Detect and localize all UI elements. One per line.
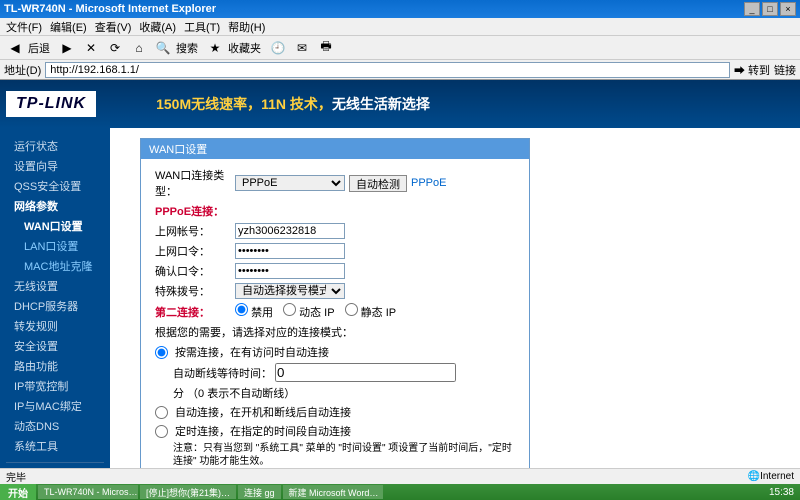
menu-help[interactable]: 帮助(H) <box>228 19 265 35</box>
banner-slogan: 150M无线速率，11N 技术，无线生活新选择 <box>156 94 430 114</box>
password-confirm-input[interactable] <box>235 263 345 279</box>
task-item[interactable]: 新建 Microsoft Word… <box>283 485 383 499</box>
system-tray[interactable]: 15:38 <box>763 487 800 498</box>
window-title: TL-WR740N - Microsoft Internet Explorer <box>4 3 742 15</box>
conn-type-select[interactable]: PPPoE <box>235 175 345 191</box>
back-label[interactable]: 后退 <box>28 40 50 56</box>
nav-network[interactable]: 网络参数 <box>6 196 104 216</box>
print-icon[interactable]: 🖶 <box>315 38 337 58</box>
window-titlebar: TL-WR740N - Microsoft Internet Explorer … <box>0 0 800 18</box>
panel-title: WAN口设置 <box>141 139 529 159</box>
password-input[interactable] <box>235 243 345 259</box>
back-icon[interactable]: ◀ <box>4 38 26 58</box>
pwd-label: 上网口令： <box>155 243 235 259</box>
nav-qss[interactable]: QSS安全设置 <box>6 176 104 196</box>
mode-ondemand-label: 按需连接，在有访问时自动连接 <box>175 344 329 360</box>
second-disable[interactable]: 禁用 <box>235 303 273 320</box>
menu-view[interactable]: 查看(V) <box>95 19 132 35</box>
browser-menubar: 文件(F) 编辑(E) 查看(V) 收藏(A) 工具(T) 帮助(H) <box>0 18 800 36</box>
globe-icon: 🌐 <box>748 471 760 482</box>
tplink-logo: TP-LINK <box>6 91 96 117</box>
windows-taskbar: 开始 TL-WR740N - Micros… [停止]想你(第21集)… 连接 … <box>0 484 800 500</box>
pppoe-section: PPPoE连接： <box>155 203 235 219</box>
mail-icon[interactable]: ✉ <box>291 38 313 58</box>
nav-dhcp[interactable]: DHCP服务器 <box>6 296 104 316</box>
home-icon[interactable]: ⌂ <box>128 38 150 58</box>
go-button[interactable]: ➡ 转到 <box>734 62 770 78</box>
conn-type-label: WAN口连接类型： <box>155 167 235 199</box>
status-done: 完毕 <box>6 469 26 484</box>
task-item[interactable]: 连接 gg <box>238 485 281 499</box>
menu-file[interactable]: 文件(F) <box>6 19 42 35</box>
second-conn-label: 第二连接： <box>155 304 235 320</box>
menu-tools[interactable]: 工具(T) <box>184 19 220 35</box>
menu-edit[interactable]: 编辑(E) <box>50 19 87 35</box>
address-label: 地址(D) <box>4 62 41 78</box>
nav-status[interactable]: 运行状态 <box>6 136 104 156</box>
nav-wireless[interactable]: 无线设置 <box>6 276 104 296</box>
search-label[interactable]: 搜索 <box>176 40 198 56</box>
mode-auto-radio[interactable] <box>155 406 168 419</box>
mode-ondemand-radio[interactable] <box>155 346 168 359</box>
second-static[interactable]: 静态 IP <box>345 303 397 320</box>
forward-icon[interactable]: ▶ <box>56 38 78 58</box>
idle-label: 自动断线等待时间： <box>173 365 272 381</box>
pppoe-tag: PPPoE <box>411 177 446 189</box>
browser-toolbar: ◀ 后退 ▶ ✕ ⟳ ⌂ 🔍 搜索 ★ 收藏夹 🕘 ✉ 🖶 <box>0 36 800 60</box>
start-button[interactable]: 开始 <box>0 484 36 500</box>
dial-mode-select[interactable]: 自动选择拨号模式 <box>235 283 345 299</box>
nav-ddns[interactable]: 动态DNS <box>6 416 104 436</box>
idle-unit: 分 （0 表示不自动断线） <box>173 385 295 401</box>
main-content: WAN口设置 WAN口连接类型： PPPoE 自动检测 PPPoE PPPoE连… <box>110 128 800 468</box>
nav-forward[interactable]: 转发规则 <box>6 316 104 336</box>
user-label: 上网帐号： <box>155 223 235 239</box>
close-button[interactable]: × <box>780 2 796 16</box>
favorites-label[interactable]: 收藏夹 <box>228 40 261 56</box>
nav-security[interactable]: 安全设置 <box>6 336 104 356</box>
page-banner: TP-LINK 150M无线速率，11N 技术，无线生活新选择 <box>0 80 800 128</box>
auto-detect-button[interactable]: 自动检测 <box>349 175 407 192</box>
mode-auto-label: 自动连接，在开机和断线后自动连接 <box>175 404 351 420</box>
search-icon[interactable]: 🔍 <box>152 38 174 58</box>
task-item[interactable]: [停止]想你(第21集)… <box>140 485 236 499</box>
task-item[interactable]: TL-WR740N - Micros… <box>38 485 138 499</box>
mode-timer-radio[interactable] <box>155 425 168 438</box>
mode-timer-label: 定时连接，在指定的时间段自动连接 <box>175 423 351 439</box>
nav-mac[interactable]: MAC地址克隆 <box>6 256 104 276</box>
second-dhcp[interactable]: 动态 IP <box>283 303 335 320</box>
mode-intro: 根据您的需要，请选择对应的连接模式： <box>155 324 515 340</box>
zone-label: Internet <box>760 471 794 482</box>
maximize-button[interactable]: □ <box>762 2 778 16</box>
idle-minutes-input[interactable] <box>275 363 456 382</box>
nav-routing[interactable]: 路由功能 <box>6 356 104 376</box>
favorites-icon[interactable]: ★ <box>204 38 226 58</box>
timer-note: 注意：只有当您到 "系统工具" 菜单的 "时间设置" 项设置了当前时间后，"定时… <box>173 442 515 468</box>
nav-wizard[interactable]: 设置向导 <box>6 156 104 176</box>
nav-systools[interactable]: 系统工具 <box>6 436 104 456</box>
minimize-button[interactable]: _ <box>744 2 760 16</box>
nav-ipmac[interactable]: IP与MAC绑定 <box>6 396 104 416</box>
wan-settings-panel: WAN口设置 WAN口连接类型： PPPoE 自动检测 PPPoE PPPoE连… <box>140 138 530 468</box>
nav-sidebar: 运行状态 设置向导 QSS安全设置 网络参数 WAN口设置 LAN口设置 MAC… <box>0 128 110 468</box>
username-input[interactable] <box>235 223 345 239</box>
pwd2-label: 确认口令： <box>155 263 235 279</box>
clock: 15:38 <box>769 487 794 498</box>
nav-bandwidth[interactable]: IP带宽控制 <box>6 376 104 396</box>
stop-icon[interactable]: ✕ <box>80 38 102 58</box>
browser-statusbar: 完毕 🌐 Internet <box>0 468 800 484</box>
history-icon[interactable]: 🕘 <box>267 38 289 58</box>
address-bar: 地址(D) ➡ 转到 链接 <box>0 60 800 80</box>
menu-fav[interactable]: 收藏(A) <box>139 19 176 35</box>
nav-lan[interactable]: LAN口设置 <box>6 236 104 256</box>
refresh-icon[interactable]: ⟳ <box>104 38 126 58</box>
nav-wan[interactable]: WAN口设置 <box>6 216 104 236</box>
links-label[interactable]: 链接 <box>774 62 796 78</box>
address-input[interactable] <box>45 62 730 78</box>
dial-label: 特殊拨号： <box>155 283 235 299</box>
